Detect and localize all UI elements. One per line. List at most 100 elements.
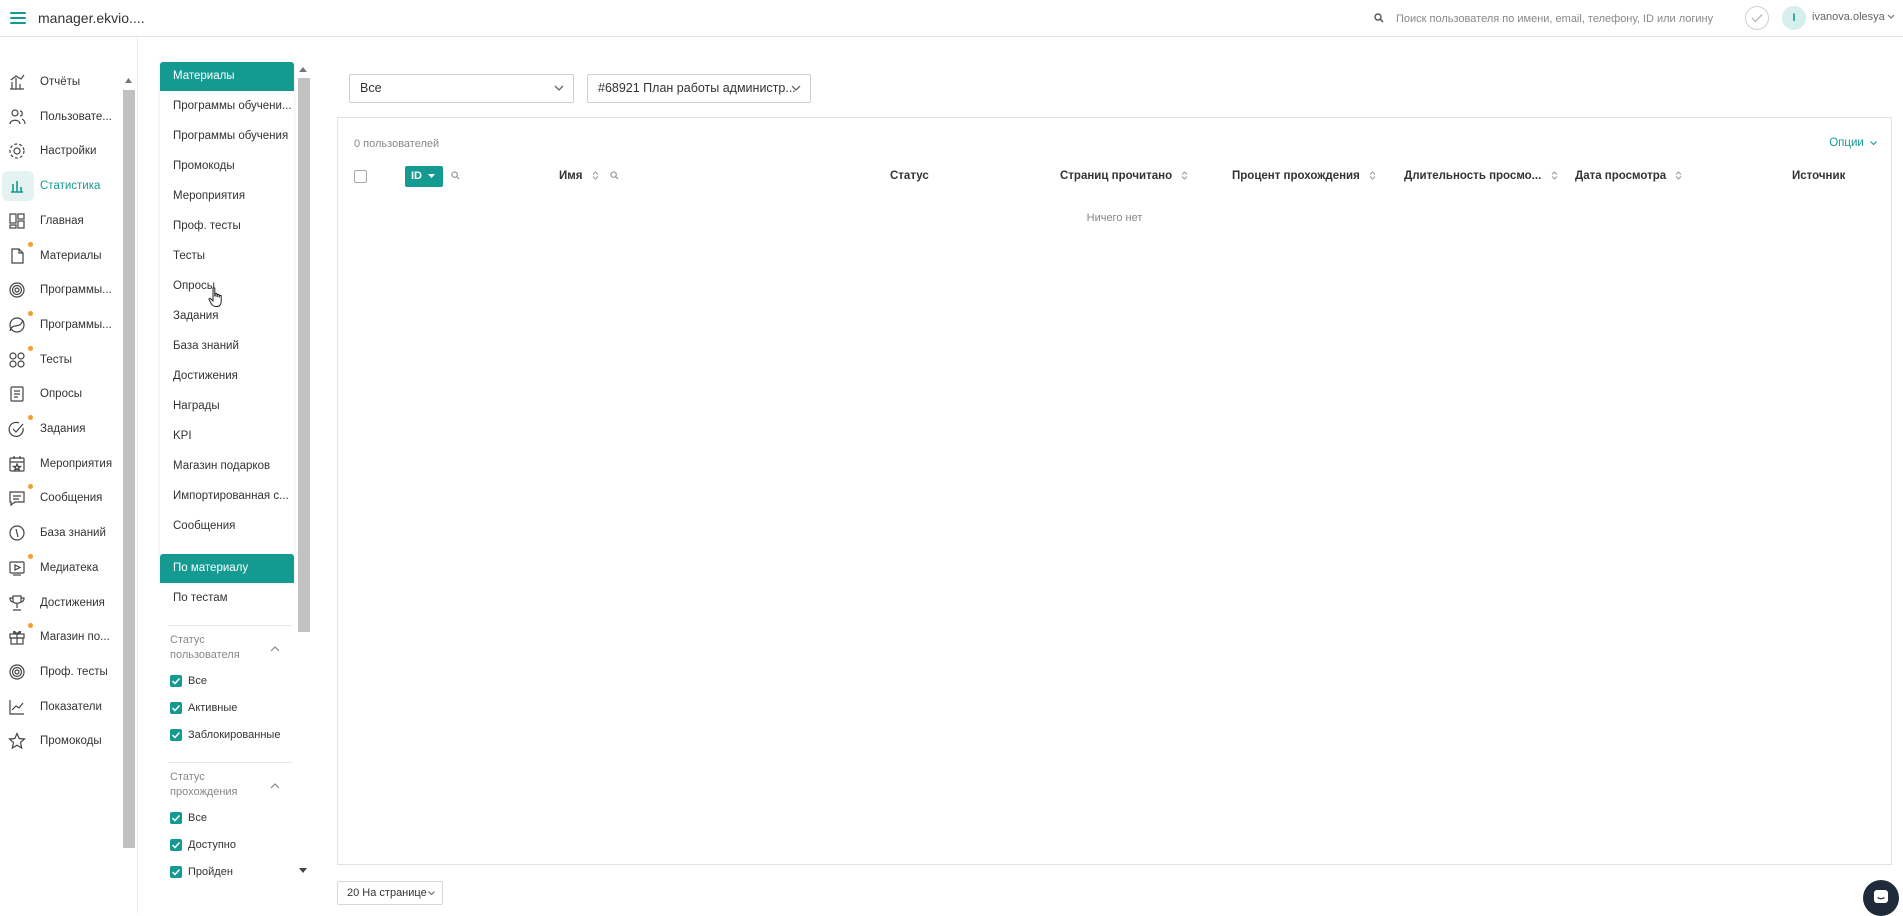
tasks-check-button[interactable] [1745, 6, 1769, 30]
sidebar-item[interactable]: Магазин по... [0, 620, 122, 654]
user-name[interactable]: ivanova.olesya [1812, 11, 1885, 23]
submenu-item[interactable]: Программы обучени... [173, 100, 292, 112]
submenu-item[interactable]: Достижения [173, 370, 238, 382]
empty-state: Ничего нет [1086, 212, 1143, 224]
submenu-item[interactable]: Мероприятия [173, 190, 245, 202]
submenu-item[interactable]: Проф. тесты [173, 220, 241, 232]
scroll-up-icon[interactable] [125, 78, 132, 83]
submenu-scrollbar[interactable] [297, 62, 310, 882]
search-icon[interactable] [610, 171, 619, 180]
notification-dot [28, 310, 33, 316]
submenu-item-by-tests[interactable]: По тестам [173, 592, 228, 604]
scroll-up-icon[interactable] [299, 67, 307, 72]
submenu-header-by-material[interactable]: По материалу [160, 554, 294, 583]
check-icon [171, 841, 181, 849]
sidebar-item[interactable]: Отчёты [0, 65, 122, 99]
sidebar-item[interactable]: Программы... [0, 308, 122, 342]
sidebar-item[interactable]: Материалы [0, 239, 122, 273]
sidebar-item[interactable]: Тесты [0, 343, 122, 377]
column-header-label: Страниц прочитано [1060, 170, 1173, 182]
chevron-down-icon[interactable] [1887, 14, 1895, 19]
column-header-date[interactable]: Дата просмотра [1575, 170, 1682, 182]
sidebar-item[interactable]: Статистика [0, 169, 122, 203]
sidebar-item[interactable]: Проф. тесты [0, 655, 122, 689]
filter-checkbox-row[interactable]: Пройден [170, 866, 233, 878]
per-page-label: 20 На странице [347, 887, 427, 899]
submenu-item[interactable]: KPI [173, 430, 192, 442]
checkbox-checked[interactable] [170, 702, 182, 714]
submenu-item[interactable]: Программы обучения [173, 130, 288, 142]
statistics-icon [11, 181, 23, 193]
checkbox-label: Все [188, 675, 207, 687]
checkbox-checked[interactable] [170, 812, 182, 824]
sidebar-item[interactable]: Программы... [0, 273, 122, 307]
filter-checkbox-row[interactable]: Заблокированные [170, 729, 280, 741]
checkbox-label: Доступно [188, 839, 237, 851]
filter-select[interactable]: Все [349, 74, 574, 103]
filter-checkbox-row[interactable]: Доступно [170, 839, 236, 851]
home-icon [9, 213, 25, 229]
chevron-up-icon[interactable] [270, 783, 280, 789]
sidebar-item[interactable]: Настройки [0, 134, 122, 168]
sidebar-item[interactable]: Опросы [0, 377, 122, 411]
filter-checkbox-row[interactable]: Активные [170, 702, 237, 714]
id-label: ID [411, 170, 422, 182]
search-icon[interactable] [451, 171, 460, 180]
sidebar-item[interactable]: Пользовате... [0, 100, 122, 134]
notification-dot [28, 484, 33, 490]
submenu-scroll-thumb[interactable] [298, 78, 310, 632]
chat-widget-button[interactable] [1863, 880, 1899, 916]
submenu-item[interactable]: Импортированная с... [173, 490, 289, 502]
sidebar-item-label: Мероприятия [40, 457, 113, 470]
sidebar-item[interactable]: База знаний [0, 516, 122, 550]
search-input[interactable] [1396, 10, 1726, 28]
submenu-item[interactable]: База знаний [173, 340, 239, 352]
select-all-checkbox[interactable] [354, 170, 367, 183]
column-header-status[interactable]: Статус [890, 170, 929, 182]
check-icon [1751, 14, 1763, 23]
submenu-header-materials[interactable]: Материалы [160, 62, 294, 91]
submenu-item[interactable]: Магазин подарков [173, 460, 270, 472]
sidebar-item-label: Тесты [40, 353, 73, 366]
checkbox-checked[interactable] [170, 839, 182, 851]
submenu-item[interactable]: Сообщения [173, 520, 235, 532]
sidebar-item[interactable]: Достижения [0, 586, 122, 620]
sidebar-item[interactable]: Главная [0, 204, 122, 238]
sidebar-item[interactable]: Сообщения [0, 481, 122, 515]
checkbox-checked[interactable] [170, 729, 182, 741]
submenu-item[interactable]: Задания [173, 310, 218, 322]
avatar[interactable]: I [1782, 6, 1806, 30]
gift-icon [9, 631, 25, 645]
submenu-item[interactable]: Награды [173, 400, 220, 412]
sidebar-item[interactable]: Мероприятия [0, 447, 122, 481]
options-button[interactable]: Опции [1829, 137, 1877, 149]
sidebar-item-label: Статистика [40, 180, 101, 193]
sidebar-scroll-thumb[interactable] [123, 90, 135, 848]
material-select[interactable]: #68921 План работы администр... [587, 74, 811, 103]
chevron-up-icon[interactable] [270, 646, 280, 652]
column-header-duration[interactable]: Длительность просмо... [1404, 170, 1558, 182]
column-header-source[interactable]: Источник [1792, 170, 1845, 182]
submenu-item[interactable]: Промокоды [173, 160, 235, 172]
per-page-select[interactable]: 20 На странице [337, 881, 443, 905]
sidebar-scrollbar[interactable] [122, 54, 135, 854]
sidebar-item[interactable]: Показатели [0, 690, 122, 724]
column-header-name[interactable]: Имя [559, 170, 599, 182]
checkbox-checked[interactable] [170, 866, 182, 878]
sidebar-item[interactable]: Медиатека [0, 551, 122, 585]
menu-icon[interactable] [10, 12, 26, 24]
column-header-percent[interactable]: Процент прохождения [1232, 170, 1376, 182]
column-header-pages[interactable]: Страниц прочитано [1060, 170, 1188, 182]
app-title[interactable]: manager.ekvio.... [38, 10, 145, 26]
submenu-item[interactable]: Тесты [173, 250, 205, 262]
sidebar-item[interactable]: Промокоды [0, 724, 122, 758]
sidebar-item-label: Программы... [40, 318, 112, 331]
sidebar-nav: Отчёты Пользовате... Настройки Статистика Гл… [0, 37, 138, 913]
scroll-down-icon[interactable] [299, 868, 307, 873]
id-sort-button[interactable]: ID [405, 166, 443, 187]
gear-icon [9, 143, 25, 159]
checkbox-checked[interactable] [170, 675, 182, 687]
filter-checkbox-row[interactable]: Все [170, 675, 207, 687]
sidebar-item[interactable]: Задания [0, 412, 122, 446]
filter-checkbox-row[interactable]: Все [170, 812, 207, 824]
